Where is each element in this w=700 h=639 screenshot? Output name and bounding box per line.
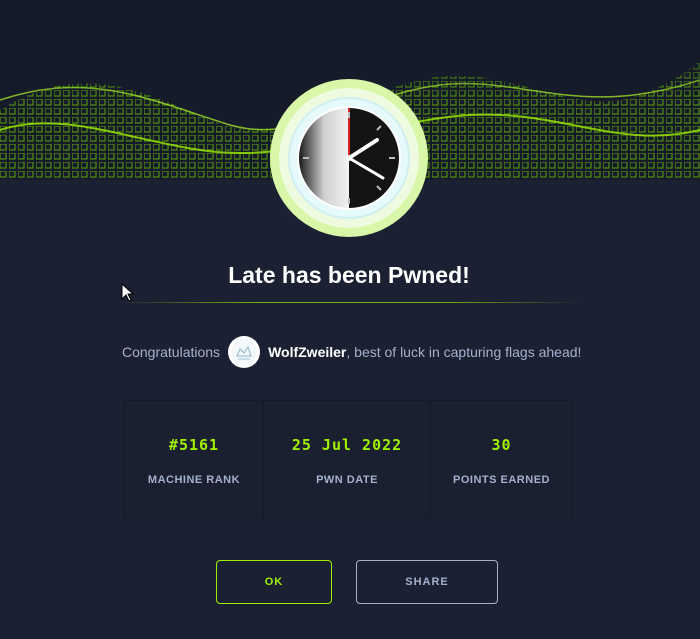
congrats-prefix: Congratulations: [122, 344, 221, 360]
pwn-date-label: PWN DATE: [316, 474, 378, 486]
stat-pwn-date: 25 Jul 2022 PWN DATE: [264, 401, 431, 518]
stats-panel: #5161 MACHINE RANK 25 Jul 2022 PWN DATE …: [124, 400, 573, 519]
pwned-title: Late has been Pwned!: [228, 262, 470, 288]
stat-points-earned: 30 POINTS EARNED: [431, 401, 572, 518]
congrats-suffix: , best of luck in capturing flags ahead!: [346, 344, 582, 360]
share-button[interactable]: SHARE: [356, 560, 498, 604]
machine-rank-label: MACHINE RANK: [147, 474, 241, 486]
pwn-date-value: 25 Jul 2022: [291, 436, 403, 454]
ok-button[interactable]: OK: [216, 560, 332, 604]
points-earned-label: POINTS EARNED: [453, 474, 550, 486]
user-avatar-icon[interactable]: [228, 336, 261, 368]
title-divider: [120, 302, 578, 303]
points-earned-value: 30: [491, 436, 512, 454]
username-link[interactable]: WolfZweiler: [268, 344, 346, 360]
mouse-cursor-icon: [121, 282, 135, 308]
machine-rank-value: #5161: [168, 436, 220, 454]
machine-avatar-clock-icon: [269, 78, 429, 238]
stat-machine-rank: #5161 MACHINE RANK: [125, 401, 264, 518]
congrats-message: Congratulations WolfZweiler , best of lu…: [122, 336, 581, 368]
